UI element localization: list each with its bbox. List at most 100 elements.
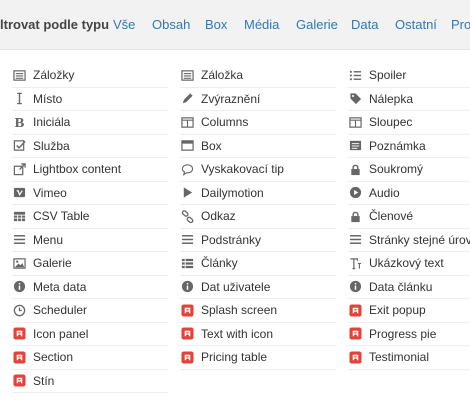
shortcode-item-clanky[interactable]: Články: [180, 252, 336, 276]
menu-icon: [180, 233, 194, 247]
list-ul-icon: [348, 68, 362, 82]
shortcode-item-label: Section: [33, 350, 74, 365]
tab-gallery[interactable]: Galerie: [296, 17, 338, 32]
columns-icon: [180, 115, 194, 129]
shortcode-column-2: Záložka Zvýraznění Columns Box Vyskakovací t…: [180, 64, 336, 370]
pencil-icon: [180, 92, 194, 106]
text-height-icon: [348, 256, 362, 270]
shortcode-item-zalozka[interactable]: Záložka: [180, 64, 336, 88]
info-icon: [180, 280, 194, 294]
shortcode-item-data-clanku[interactable]: Data článku: [348, 276, 470, 299]
shortcode-item-columns[interactable]: Columns: [180, 111, 336, 135]
link-icon: [180, 209, 194, 223]
shortcode-item-box[interactable]: Box: [180, 135, 336, 158]
shortcode-item-label: Členové: [369, 209, 414, 224]
red-addon-icon: [180, 327, 194, 341]
tab-data[interactable]: Data: [351, 17, 378, 32]
shortcode-item-galerie[interactable]: Galerie: [12, 252, 168, 276]
shortcode-item-splash-screen[interactable]: Splash screen: [180, 299, 336, 323]
shortcode-column-3: Spoiler Nálepka Sloupec Poznámka Soukromý Aud…: [348, 64, 470, 370]
shortcode-item-progress-pie[interactable]: Progress pie: [348, 323, 470, 346]
shortcode-item-label: Články: [201, 256, 238, 271]
filter-label: ltrovat podle typu: [0, 17, 110, 32]
shortcode-item-label: Stránky stejné úrovně: [369, 232, 470, 247]
shortcode-item-label: Odkaz: [201, 209, 236, 224]
shortcode-item-label: Soukromý: [369, 162, 424, 177]
shortcode-item-dat-uzivatele[interactable]: Dat uživatele: [180, 276, 336, 299]
shortcode-item-stranky-stejne-urovne[interactable]: Stránky stejné úrovně: [348, 229, 470, 252]
shortcode-item-menu[interactable]: Menu: [12, 229, 168, 252]
red-addon-icon: [348, 303, 362, 317]
shortcode-item-text-with-icon[interactable]: Text with icon: [180, 323, 336, 346]
shortcode-item-vyskakovaci-tip[interactable]: Vyskakovací tip: [180, 158, 336, 182]
shortcode-item-pricing-table[interactable]: Pricing table: [180, 346, 336, 370]
shortcode-item-testimonial[interactable]: Testimonial: [348, 346, 470, 370]
info-icon: [12, 280, 26, 294]
menu-icon: [348, 233, 362, 247]
play-icon: [180, 186, 194, 200]
shortcode-item-ukazkovy-text[interactable]: Ukázkový text: [348, 252, 470, 276]
menu-icon: [12, 233, 26, 247]
shortcode-item-label: Dat uživatele: [201, 279, 271, 294]
spacer-icon: [12, 92, 26, 106]
shortcode-item-zvyrazneni[interactable]: Zvýraznění: [180, 88, 336, 111]
svg-text:B: B: [14, 116, 24, 129]
tab-media[interactable]: Média: [244, 17, 279, 32]
comment-icon: [180, 162, 194, 176]
shortcode-item-label: Iniciála: [33, 115, 71, 130]
shortcode-item-scheduler[interactable]: Scheduler: [12, 299, 168, 323]
check-square-icon: [12, 139, 26, 153]
box-icon: [180, 139, 194, 153]
shortcode-item-label: Vimeo: [33, 185, 67, 200]
tab-all[interactable]: Vše: [113, 17, 135, 32]
shortcode-item-label: Box: [201, 138, 222, 153]
shortcode-item-exit-popup[interactable]: Exit popup: [348, 299, 470, 323]
shortcode-item-audio[interactable]: Audio: [348, 182, 470, 205]
th-list-icon: [180, 256, 194, 270]
shortcode-item-poznamka[interactable]: Poznámka: [348, 135, 470, 158]
shortcode-item-label: CSV Table: [33, 209, 90, 224]
shortcode-item-zalozky[interactable]: Záložky: [12, 64, 168, 88]
image-icon: [12, 256, 26, 270]
clock-icon: [12, 303, 26, 317]
shortcode-item-lightbox-content[interactable]: Lightbox content: [12, 158, 168, 182]
shortcode-item-label: Data článku: [369, 279, 433, 294]
info-icon: [348, 280, 362, 294]
tab-pro[interactable]: Pro: [451, 17, 470, 32]
shortcode-item-spoiler[interactable]: Spoiler: [348, 64, 470, 88]
shortcode-item-section[interactable]: Section: [12, 346, 168, 370]
shortcode-item-odkaz[interactable]: Odkaz: [180, 205, 336, 229]
tab-box[interactable]: Box: [205, 17, 227, 32]
shortcode-item-sluzba[interactable]: Služba: [12, 135, 168, 158]
shortcode-item-dailymotion[interactable]: Dailymotion: [180, 182, 336, 205]
shortcode-item-icon-panel[interactable]: Icon panel: [12, 323, 168, 346]
shortcode-item-label: Lightbox content: [33, 162, 122, 177]
filter-bar: ltrovat podle typu Vše Obsah Box Média G…: [0, 0, 470, 50]
shortcode-item-clenove[interactable]: Členové: [348, 205, 470, 229]
shortcode-item-vimeo[interactable]: Vimeo: [12, 182, 168, 205]
shortcode-item-podstranky[interactable]: Podstránky: [180, 229, 336, 252]
shortcode-item-meta-data[interactable]: Meta data: [12, 276, 168, 299]
shortcode-item-stin[interactable]: Stín: [12, 370, 168, 393]
shortcode-item-label: Místo: [33, 91, 63, 106]
shortcode-item-label: Scheduler: [33, 303, 88, 318]
red-addon-icon: [12, 350, 26, 364]
tab-other[interactable]: Ostatní: [395, 17, 437, 32]
columns-icon: [348, 115, 362, 129]
shortcode-item-sloupec[interactable]: Sloupec: [348, 111, 470, 135]
shortcode-item-label: Meta data: [33, 279, 87, 294]
red-addon-icon: [12, 327, 26, 341]
shortcode-item-label: Pricing table: [201, 350, 268, 365]
shortcode-item-nalepka[interactable]: Nálepka: [348, 88, 470, 111]
shortcode-item-misto[interactable]: Místo: [12, 88, 168, 111]
shortcode-item-csv-table[interactable]: CSV Table: [12, 205, 168, 229]
shortcode-item-label: Záložky: [33, 68, 75, 83]
tab-content[interactable]: Obsah: [152, 17, 190, 32]
shortcode-item-label: Icon panel: [33, 326, 89, 341]
red-addon-icon: [180, 350, 194, 364]
shortcode-item-soukromy[interactable]: Soukromý: [348, 158, 470, 182]
shortcode-item-label: Záložka: [201, 68, 244, 83]
dropcap-icon: B: [12, 115, 26, 129]
shortcode-item-label: Menu: [33, 232, 64, 247]
shortcode-item-iniciala[interactable]: B Iniciála: [12, 111, 168, 135]
